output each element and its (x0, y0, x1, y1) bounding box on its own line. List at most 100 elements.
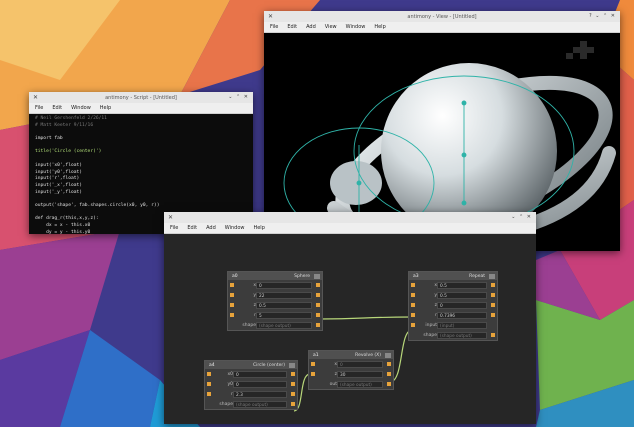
node-menu-icon[interactable] (489, 273, 495, 279)
graph-titlebar[interactable]: ✕ ⌄ ⌃ ✕ (164, 212, 536, 223)
node-menu-icon[interactable] (314, 273, 320, 279)
field-input[interactable]: 2.3 (233, 390, 287, 398)
window-controls-icon[interactable]: ⌄ ⌃ ✕ (228, 94, 249, 100)
window-controls-icon[interactable]: ? ⌄ ⌃ ✕ (589, 13, 616, 19)
input-pin[interactable] (230, 293, 234, 297)
node-row: z 30 (309, 369, 393, 379)
menu-window[interactable]: Window (346, 24, 366, 30)
code-line[interactable] (35, 156, 247, 163)
field-input[interactable]: 30 (337, 370, 383, 378)
node-row: y0 0 (205, 379, 297, 389)
menu-file[interactable]: File (270, 24, 278, 30)
input-pin[interactable] (207, 372, 211, 376)
code-line[interactable]: title('Circle (center)') (35, 149, 247, 156)
input-pin[interactable] (411, 313, 415, 317)
graph-canvas[interactable]: a0 Sphere x0 y22 z0.5 r5 shape(shape out… (164, 234, 536, 424)
output-pin[interactable] (291, 402, 295, 406)
output-pin[interactable] (491, 303, 495, 307)
code-line[interactable]: # Matt Keeter 9/11/16 (35, 123, 247, 130)
window-controls-icon[interactable]: ⌄ ⌃ ✕ (511, 214, 532, 220)
node-id[interactable]: a4 (209, 363, 215, 368)
input-pin[interactable] (230, 313, 234, 317)
output-pin[interactable] (316, 283, 320, 287)
code-line[interactable] (35, 129, 247, 136)
output-pin[interactable] (291, 382, 295, 386)
field-input[interactable]: 0.5 (437, 281, 487, 289)
menu-view[interactable]: View (325, 24, 337, 30)
node-repeat[interactable]: a3 Repeat x0.5 y0.5 z0 r0.7396 input(inp… (408, 271, 498, 341)
field-input: (shape output) (233, 400, 287, 408)
input-pin[interactable] (411, 293, 415, 297)
input-pin[interactable] (207, 382, 211, 386)
output-pin[interactable] (316, 313, 320, 317)
menu-add[interactable]: Add (306, 24, 316, 30)
menu-file[interactable]: File (35, 105, 43, 111)
field-input[interactable]: 0 (337, 360, 383, 368)
menu-help[interactable]: Help (100, 105, 111, 111)
menu-edit[interactable]: Edit (52, 105, 62, 111)
code-line[interactable]: input('r',float) (35, 176, 247, 183)
output-pin[interactable] (387, 382, 391, 386)
output-pin[interactable] (491, 333, 495, 337)
input-pin[interactable] (311, 372, 315, 376)
node-id[interactable]: a0 (232, 274, 238, 279)
node-title: Repeat (469, 273, 485, 279)
input-pin[interactable] (311, 362, 315, 366)
output-pin[interactable] (387, 362, 391, 366)
node-id[interactable]: a1 (313, 353, 319, 358)
menu-edit[interactable]: Edit (187, 225, 197, 231)
code-line[interactable]: input('_y',float) (35, 190, 247, 197)
node-menu-icon[interactable] (385, 352, 391, 358)
input-pin[interactable] (411, 303, 415, 307)
menu-edit[interactable]: Edit (287, 24, 297, 30)
menu-add[interactable]: Add (206, 225, 216, 231)
input-pin[interactable] (411, 283, 415, 287)
code-line[interactable]: # Neil Gershenfeld 2/26/11 (35, 116, 247, 123)
node-revolve[interactable]: a1 Revolve (X) x0 z 30 out (shape output) (308, 350, 394, 390)
output-pin[interactable] (316, 293, 320, 297)
input-pin[interactable] (411, 323, 415, 327)
node-sphere[interactable]: a0 Sphere x0 y22 z0.5 r5 shape(shape out… (227, 271, 323, 331)
field-input[interactable]: 0.5 (437, 291, 487, 299)
editor-titlebar[interactable]: ✕ antimony - Script - [Untitled] ⌄ ⌃ ✕ (29, 92, 253, 103)
field-input[interactable]: 0 (233, 370, 287, 378)
output-pin[interactable] (491, 293, 495, 297)
menu-help[interactable]: Help (374, 24, 385, 30)
node-circle[interactable]: a4 Circle (center) x00 y00 r2.3 shape(sh… (204, 360, 298, 410)
output-pin[interactable] (291, 392, 295, 396)
output-pin[interactable] (316, 303, 320, 307)
input-pin[interactable] (207, 392, 211, 396)
output-pin[interactable] (316, 323, 320, 327)
field-input[interactable]: 0 (437, 301, 487, 309)
node-header[interactable]: a3 Repeat (409, 272, 497, 280)
window-menu-icon[interactable]: ✕ (168, 214, 173, 221)
input-pin[interactable] (230, 283, 234, 287)
output-pin[interactable] (491, 313, 495, 317)
input-pin[interactable] (230, 303, 234, 307)
field-input[interactable]: 0.5 (256, 301, 312, 309)
menu-file[interactable]: File (170, 225, 178, 231)
field-input[interactable]: 5 (256, 311, 312, 319)
code-line[interactable]: input('x0',float) (35, 163, 247, 170)
output-pin[interactable] (291, 372, 295, 376)
code-line[interactable]: import fab (35, 136, 247, 143)
node-header[interactable]: a4 Circle (center) (205, 361, 297, 369)
node-header[interactable]: a0 Sphere (228, 272, 322, 280)
field-input[interactable]: 22 (256, 291, 312, 299)
graph-window[interactable]: ✕ ⌄ ⌃ ✕ File Edit Add Window Help a0 Sph… (164, 212, 536, 424)
field-input[interactable]: 0 (233, 380, 287, 388)
output-pin[interactable] (387, 372, 391, 376)
node-header[interactable]: a1 Revolve (X) (309, 351, 393, 359)
field-input[interactable]: 0 (256, 281, 312, 289)
field-input[interactable]: 0.7396 (437, 311, 487, 319)
node-id[interactable]: a3 (413, 274, 419, 279)
menu-window[interactable]: Window (225, 225, 245, 231)
menu-window[interactable]: Window (71, 105, 91, 111)
viewer-titlebar[interactable]: ✕ antimony - View - [Untitled] ? ⌄ ⌃ ✕ (264, 11, 620, 22)
field-input: (shape output) (437, 331, 487, 339)
output-pin[interactable] (491, 283, 495, 287)
code-line[interactable]: output('shape', fab.shapes.circle(x0, y0… (35, 203, 247, 210)
node-menu-icon[interactable] (289, 362, 295, 368)
menu-help[interactable]: Help (253, 225, 264, 231)
code-line[interactable]: input('_x',float) (35, 183, 247, 190)
